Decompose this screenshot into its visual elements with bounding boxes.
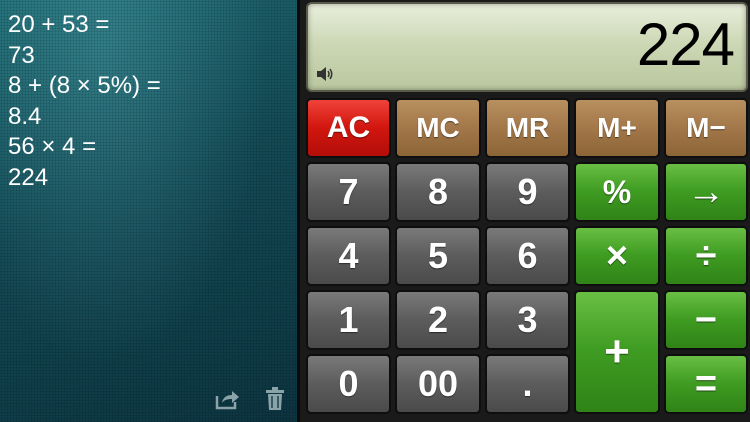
percent-button[interactable]: %	[574, 162, 660, 222]
divide-button[interactable]: ÷	[664, 226, 748, 286]
digit-3-button[interactable]: 3	[485, 290, 570, 350]
history-line: 224	[8, 163, 49, 191]
history-line: 8.4	[8, 102, 42, 130]
history-lines: 20 + 53 = 73 8 + (8 × 5%) = 8.4 56 × 4 =…	[8, 10, 161, 193]
history-line: 20 + 53 =	[8, 11, 110, 38]
plus-button[interactable]: +	[574, 290, 660, 414]
digit-9-button[interactable]: 9	[485, 162, 570, 222]
digit-4-button[interactable]: 4	[306, 226, 391, 286]
history-line: 56 × 4 =	[8, 133, 97, 160]
digit-6-button[interactable]: 6	[485, 226, 570, 286]
digit-5-button[interactable]: 5	[395, 226, 481, 286]
trash-icon[interactable]	[262, 386, 288, 412]
minus-button[interactable]: −	[664, 290, 748, 350]
share-icon[interactable]	[214, 386, 240, 412]
history-line: 8 + (8 × 5%) =	[8, 72, 161, 99]
memory-add-button[interactable]: M+	[574, 98, 660, 158]
result-display: 224	[306, 2, 748, 92]
digit-1-button[interactable]: 1	[306, 290, 391, 350]
decimal-point-button[interactable]: .	[485, 354, 570, 414]
all-clear-button[interactable]: AC	[306, 98, 391, 158]
digit-8-button[interactable]: 8	[395, 162, 481, 222]
equals-button[interactable]: =	[664, 354, 748, 414]
history-tape: 20 + 53 = 73 8 + (8 × 5%) = 8.4 56 × 4 =…	[0, 0, 300, 422]
digit-2-button[interactable]: 2	[395, 290, 481, 350]
history-line: 73	[8, 41, 35, 69]
multiply-button[interactable]: ×	[574, 226, 660, 286]
backspace-arrow-button[interactable]: →	[664, 162, 748, 222]
digit-0-button[interactable]: 0	[306, 354, 391, 414]
memory-subtract-button[interactable]: M−	[664, 98, 748, 158]
display-value: 224	[636, 11, 735, 78]
double-zero-button[interactable]: 00	[395, 354, 481, 414]
memory-clear-button[interactable]: MC	[395, 98, 481, 158]
digit-7-button[interactable]: 7	[306, 162, 391, 222]
memory-recall-button[interactable]: MR	[485, 98, 570, 158]
speaker-icon[interactable]	[316, 66, 336, 84]
